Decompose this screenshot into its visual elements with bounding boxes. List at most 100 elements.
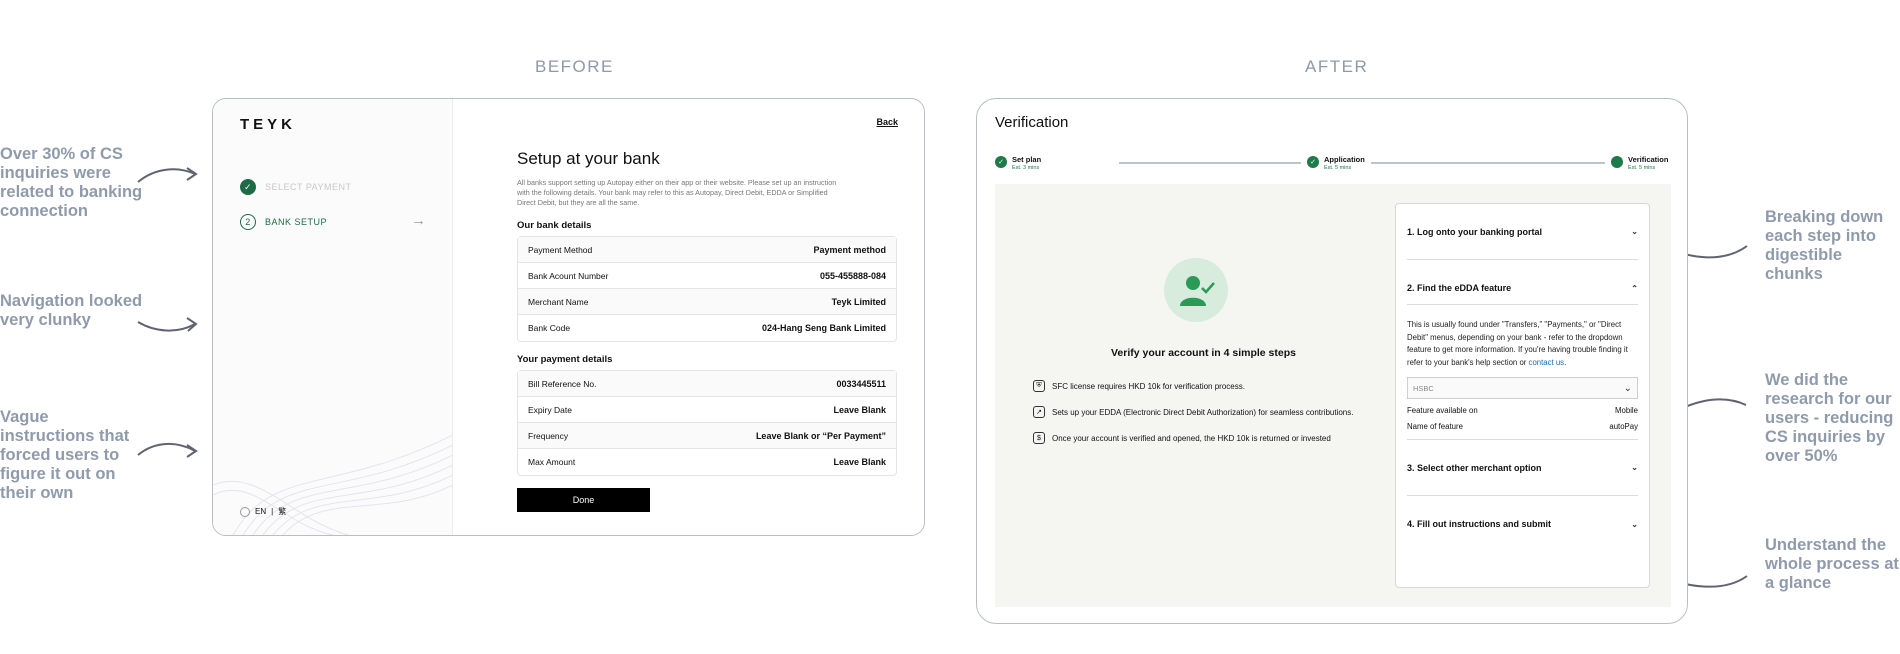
language-switcher[interactable]: EN | 繁 <box>240 506 286 517</box>
bank-setup-form: Setup at your bank All banks support set… <box>517 149 897 512</box>
arrow-icon <box>137 317 198 332</box>
payment-details-table: Bill Reference No. 0033445511 Expiry Date… <box>517 370 897 476</box>
bank-details-title: Our bank details <box>517 220 592 231</box>
list-item-text: Once your account is verified and opened… <box>1052 433 1331 443</box>
page-title: Setup at your bank <box>517 149 660 168</box>
row-label: Payment Method <box>528 244 593 255</box>
step-label: SELECT PAYMENT <box>265 182 352 192</box>
before-sidebar: TEYK ✓ SELECT PAYMENT 2 BANK SETUP → EN … <box>213 99 453 535</box>
kv-label: Name of feature <box>1407 422 1463 431</box>
note-cs-inquiries: Over 30% of CS inquiries were related to… <box>0 145 143 220</box>
verified-user-icon <box>1164 258 1228 322</box>
step-estimate: Est. 5 mins <box>1628 165 1656 171</box>
after-heading: AFTER <box>1305 57 1369 76</box>
kv-value: Mobile <box>1615 406 1638 415</box>
arrow-right-icon: → <box>411 212 426 229</box>
step-label: Application <box>1324 155 1365 164</box>
accordion-item-3[interactable]: 3. Select other merchant option ⌄ <box>1407 440 1638 496</box>
row-label: Frequency <box>528 430 569 441</box>
note-whole-process: Understand the whole process at a glance <box>1765 536 1899 592</box>
payment-details-title: Your payment details <box>517 354 613 365</box>
done-button[interactable]: Done <box>517 488 650 512</box>
page-description: All banks support setting up Autopay eit… <box>517 178 837 207</box>
select-value: HSBC <box>1413 383 1434 393</box>
progress-step-set-plan: ✓ Set plan Est. 3 mins <box>995 155 1048 171</box>
step-estimate: Est. 3 mins <box>1012 165 1040 171</box>
back-link[interactable]: Back <box>876 117 898 127</box>
table-row: Frequency Leave Blank or “Per Payment” <box>518 423 896 449</box>
row-value: Teyk Limited <box>831 296 886 307</box>
body-text: This is usually found under "Transfers,"… <box>1407 320 1628 367</box>
accordion-label: 3. Select other merchant option <box>1407 462 1542 473</box>
verify-title: Verify your account in 4 simple steps <box>1111 347 1296 359</box>
note-digestible-chunks: Breaking down each step into digestible … <box>1765 208 1884 283</box>
arrow-icon <box>137 442 198 458</box>
arrow-icon <box>137 167 198 183</box>
verification-panel: Verify your account in 4 simple steps ⛨ S… <box>995 184 1671 607</box>
chevron-down-icon: ⌄ <box>1631 463 1638 472</box>
table-row: Bill Reference No. 0033445511 <box>518 371 896 397</box>
accordion-item-2-content: This is usually found under "Transfers,"… <box>1407 304 1638 440</box>
row-value: Leave Blank or “Per Payment” <box>755 430 886 441</box>
list-item-text: Sets up your EDDA (Electronic Direct Deb… <box>1052 407 1354 417</box>
table-row: Expiry Date Leave Blank <box>518 397 896 423</box>
before-screen: TEYK ✓ SELECT PAYMENT 2 BANK SETUP → EN … <box>212 98 925 536</box>
row-label: Bank Acount Number <box>528 270 609 281</box>
before-heading: BEFORE <box>535 57 614 76</box>
step-label: Set plan <box>1012 155 1042 164</box>
lang-zh[interactable]: 繁 <box>278 506 286 517</box>
check-icon: ✓ <box>995 156 1007 168</box>
chevron-down-icon: ⌄ <box>1631 519 1638 529</box>
progress-step-verification: Verification Est. 5 mins <box>1605 155 1669 171</box>
row-label: Max Amount <box>528 457 576 467</box>
bank-select[interactable]: HSBC ⌄ <box>1407 377 1638 399</box>
globe-icon <box>240 506 250 517</box>
table-row: Bank Acount Number 055-455888-084 <box>518 263 896 289</box>
lang-en[interactable]: EN <box>255 507 266 516</box>
step-bank-setup[interactable]: 2 BANK SETUP <box>240 214 327 230</box>
accordion-item-1[interactable]: 1. Log onto your banking portal ⌄ <box>1407 204 1638 260</box>
table-row: Bank Code 024-Hang Seng Bank Limited <box>518 315 896 341</box>
refund-icon: $ <box>1033 432 1045 444</box>
kv-label: Feature available on <box>1407 406 1478 415</box>
note-research: We did the research for our users - redu… <box>1765 371 1894 465</box>
accordion-label: 2. Find the eDDA feature <box>1407 283 1512 293</box>
bank-details-table: Payment Method Payment method Bank Acount… <box>517 236 897 342</box>
step-label: BANK SETUP <box>265 217 328 227</box>
steps-accordion: 1. Log onto your banking portal ⌄ 2. Find… <box>1395 203 1650 588</box>
feature-name-row: Name of feature autoPay <box>1407 422 1638 431</box>
accordion-label: 1. Log onto your banking portal <box>1407 226 1542 237</box>
step-estimate: Est. 5 mins <box>1324 165 1352 171</box>
shield-icon: ⛨ <box>1033 380 1045 392</box>
progress-line <box>1367 162 1605 164</box>
lang-separator: | <box>271 507 274 516</box>
check-icon: ✓ <box>1307 156 1319 168</box>
row-value: Leave Blank <box>833 404 886 415</box>
progress-step-application: ✓ Application Est. 5 mins <box>1301 155 1371 171</box>
contact-us-link[interactable]: contact us <box>1529 358 1565 367</box>
step-number-icon: 2 <box>240 214 256 230</box>
row-value: Payment method <box>813 244 886 255</box>
page-title: Verification <box>995 114 1069 131</box>
step-select-payment[interactable]: ✓ SELECT PAYMENT <box>240 179 352 195</box>
chart-icon: ↗ <box>1033 406 1045 418</box>
kv-value: autoPay <box>1609 422 1638 431</box>
row-label: Bank Code <box>528 323 571 333</box>
accordion-body: This is usually found under "Transfers,"… <box>1407 305 1638 369</box>
table-row: Max Amount Leave Blank <box>518 449 896 475</box>
row-value: 055-455888-084 <box>819 270 886 281</box>
table-row: Payment Method Payment method <box>518 237 896 263</box>
accordion-item-4[interactable]: 4. Fill out instructions and submit ⌄ <box>1407 496 1638 552</box>
list-item-text: SFC license requires HKD 10k for verific… <box>1052 381 1245 391</box>
row-label: Merchant Name <box>528 296 589 307</box>
current-step-dot <box>1611 156 1623 168</box>
chevron-up-icon: ⌃ <box>1631 283 1638 293</box>
step-label: Verification <box>1628 155 1669 164</box>
teyk-logo: TEYK <box>240 116 297 133</box>
row-value: 0033445511 <box>836 378 886 389</box>
row-value: Leave Blank <box>833 457 886 467</box>
accordion-label: 4. Fill out instructions and submit <box>1407 519 1552 529</box>
body-text-end: . <box>1564 357 1567 367</box>
list-item: ⛨ SFC license requires HKD 10k for verifi… <box>1033 380 1245 392</box>
note-vague-instructions: Vague instructions that forced users to … <box>0 408 130 502</box>
